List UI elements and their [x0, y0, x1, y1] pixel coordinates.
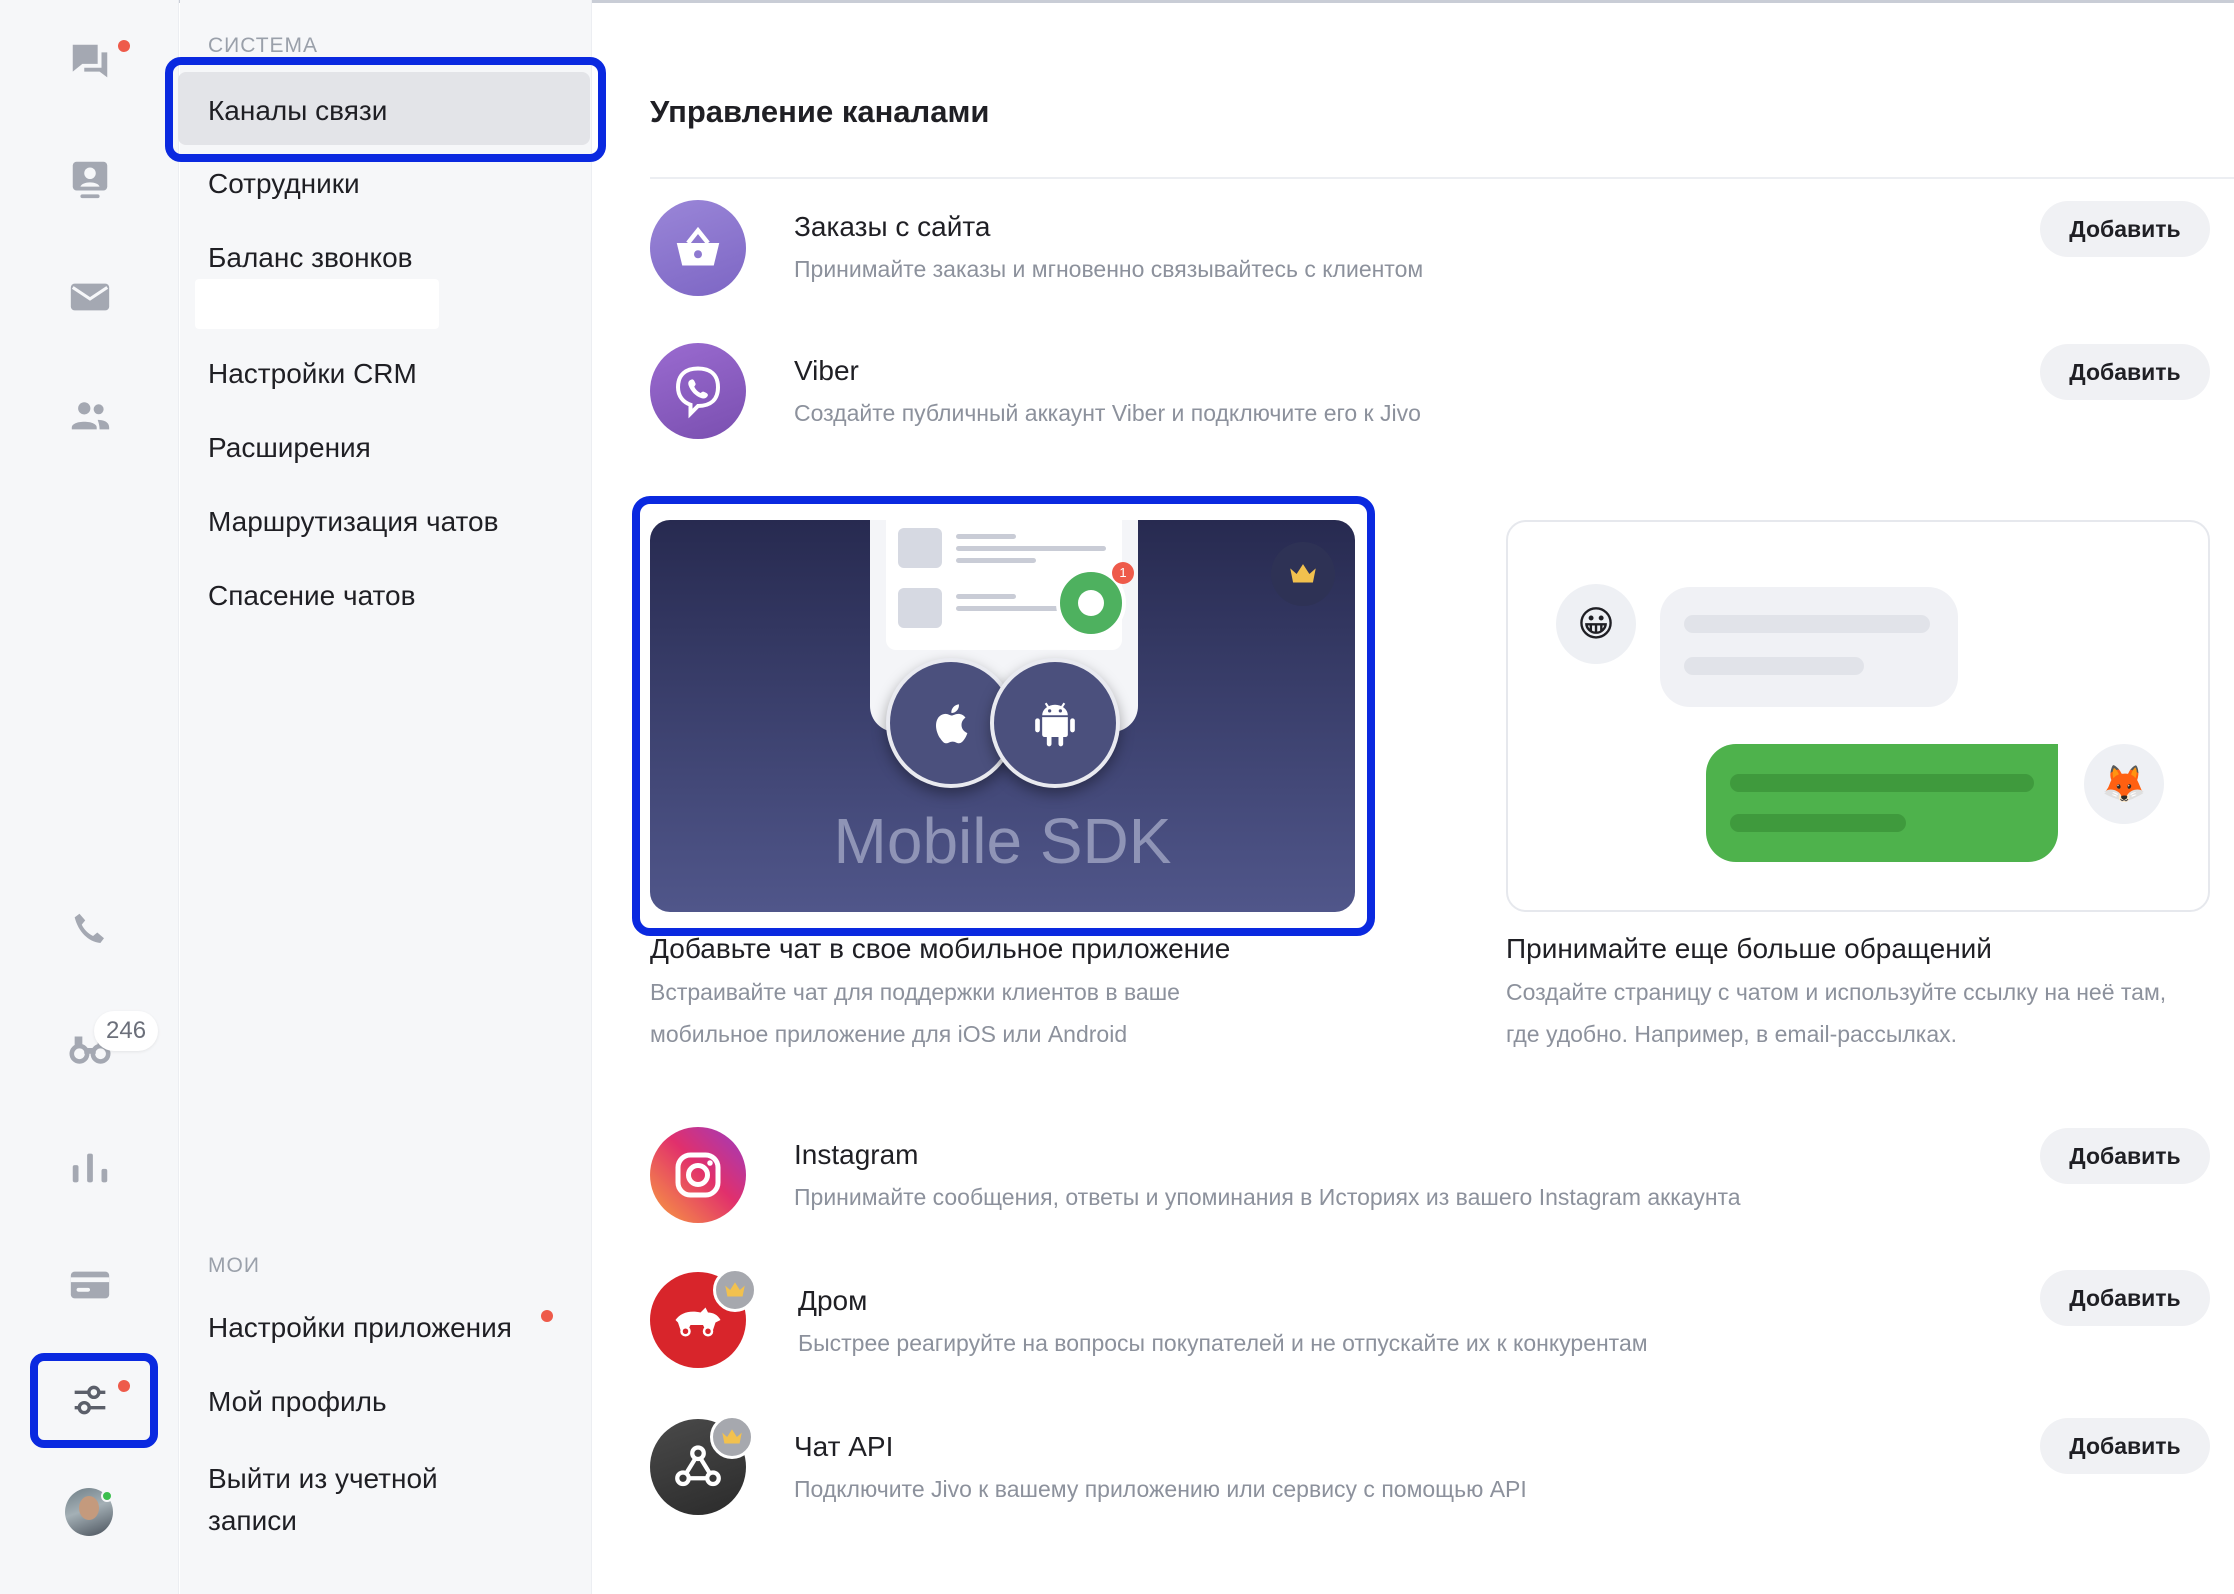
channel-desc-drom: Быстрее реагируйте на вопросы покупателе…: [798, 1330, 1648, 1356]
menu-item-call-balance[interactable]: Баланс звонков: [208, 240, 413, 276]
page-title: Управление каналами: [650, 94, 990, 129]
menu-item-extensions[interactable]: Расширения: [208, 430, 371, 466]
smile-emoji-icon: 😀: [1556, 584, 1636, 664]
menu-section-system: СИСТЕМА: [208, 34, 319, 57]
outgoing-message-bubble: [1706, 744, 2058, 862]
analytics-icon[interactable]: [60, 1137, 120, 1197]
chats-icon[interactable]: [60, 32, 120, 92]
menu-item-staff[interactable]: Сотрудники: [208, 166, 360, 202]
channel-name-drom: Дром: [798, 1285, 868, 1316]
billing-card-icon[interactable]: [60, 1255, 120, 1315]
menu-section-mine: МОИ: [208, 1254, 260, 1277]
menu-item-crm-settings[interactable]: Настройки CRM: [208, 356, 417, 392]
instagram-icon: [650, 1127, 746, 1223]
channel-desc-chat-api: Подключите Jivo к вашему приложению или …: [794, 1476, 1527, 1502]
add-button-drom[interactable]: Добавить: [2040, 1270, 2210, 1326]
add-button-site-orders[interactable]: Добавить: [2040, 201, 2210, 257]
premium-crown-icon: [713, 1268, 757, 1312]
channels-highlight-frame: [165, 57, 606, 162]
menu-blank-placeholder: [195, 279, 439, 329]
phone-icon[interactable]: [60, 900, 120, 960]
app-settings-notification-dot: [541, 1310, 553, 1322]
menu-item-chat-routing[interactable]: Маршрутизация чатов: [208, 504, 499, 540]
chat-page-card[interactable]: 😀 🦊: [1506, 520, 2210, 912]
visitors-count-badge: 246: [94, 1011, 159, 1051]
basket-icon: [650, 200, 746, 296]
premium-crown-icon: [710, 1415, 754, 1459]
fox-emoji-icon: 🦊: [2084, 744, 2164, 824]
menu-item-logout[interactable]: Выйти из учетной записи: [208, 1458, 488, 1542]
menu-item-my-profile[interactable]: Мой профиль: [208, 1384, 387, 1420]
settings-menu: СИСТЕМА Каналы связи Сотрудники Баланс з…: [180, 0, 592, 1594]
viber-icon: [650, 343, 746, 439]
icon-rail: 246: [0, 0, 179, 1594]
sdk-card-title[interactable]: Добавьте чат в свое мобильное приложение: [650, 933, 1230, 965]
settings-highlight-frame: [30, 1353, 158, 1448]
channel-desc-site-orders: Принимайте заказы и мгновенно связывайте…: [794, 256, 1424, 282]
mail-icon[interactable]: [60, 267, 120, 327]
contacts-icon[interactable]: [60, 149, 120, 209]
add-button-viber[interactable]: Добавить: [2040, 344, 2210, 400]
sdk-card-desc: Встраивайте чат для поддержки клиентов в…: [650, 979, 1180, 1047]
title-divider: [650, 177, 2234, 179]
mobile-sdk-highlight-frame: [632, 496, 1375, 936]
channel-name-chat-api: Чат API: [794, 1431, 894, 1462]
add-button-chat-api[interactable]: Добавить: [2040, 1418, 2210, 1474]
channel-name-site-orders: Заказы с сайта: [794, 211, 991, 242]
add-button-instagram[interactable]: Добавить: [2040, 1128, 2210, 1184]
chat-page-card-desc: Создайте страницу с чатом и используйте …: [1506, 979, 2167, 1047]
menu-item-app-settings[interactable]: Настройки приложения: [208, 1310, 512, 1346]
chats-notification-dot: [118, 40, 130, 52]
channel-desc-viber: Создайте публичный аккаунт Viber и подкл…: [794, 400, 1421, 426]
channel-desc-instagram: Принимайте сообщения, ответы и упоминани…: [794, 1184, 1741, 1210]
online-status-dot: [101, 1490, 113, 1502]
team-icon[interactable]: [60, 386, 120, 446]
incoming-message-bubble: [1660, 587, 1958, 707]
menu-item-chat-rescue[interactable]: Спасение чатов: [208, 578, 415, 614]
channel-name-viber: Viber: [794, 355, 859, 386]
channel-name-instagram: Instagram: [794, 1139, 919, 1170]
chat-page-card-title[interactable]: Принимайте еще больше обращений: [1506, 933, 1992, 965]
